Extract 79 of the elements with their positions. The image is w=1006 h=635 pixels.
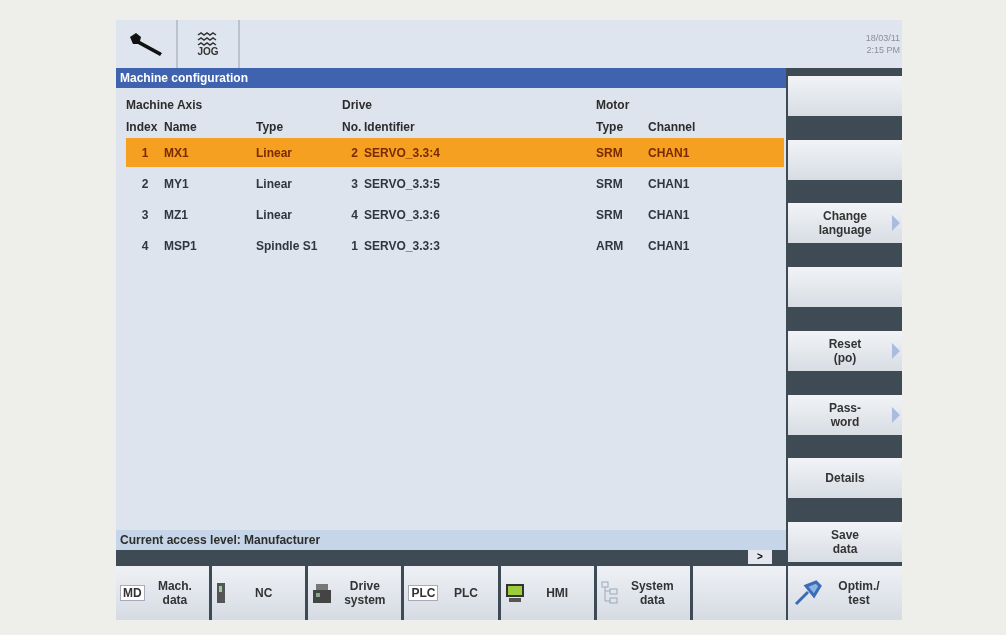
table-cell-text: SERVO_3.3:6 [364, 207, 441, 222]
table-cell-text: SERVO_3.3:3 [364, 238, 441, 253]
table-row[interactable]: 4 MSP1 Spindle S1 1 SERVO_3.3:3 ARM CHAN1 [126, 231, 784, 260]
column-header: Index [126, 120, 159, 134]
column-header: No. [342, 120, 363, 134]
wrench-icon[interactable] [127, 31, 165, 57]
table-row[interactable]: 2 MY1 Linear 3 SERVO_3.3:5 SRM CHAN1 [126, 169, 784, 198]
table-cell-text: MSP1 [164, 238, 198, 253]
softkey[interactable]: HMI [500, 566, 594, 620]
table-cell-text: ARM [596, 238, 625, 253]
softkey[interactable]: NC [212, 566, 306, 620]
softkey-label: Drive system [343, 579, 387, 607]
table-cell-text: CHAN1 [648, 238, 691, 253]
column-header: Channel [648, 120, 697, 134]
table-cell-text: 1 [140, 145, 150, 160]
table-cell-text: 4 [140, 238, 150, 253]
probe-icon [794, 580, 822, 606]
table-cell-text: MX1 [164, 145, 190, 160]
group-header: Machine Axis [126, 98, 204, 112]
table-cell-text: 2 [140, 176, 150, 191]
softkey-label: Mach. data [156, 579, 193, 607]
softkey[interactable]: Drive system [308, 566, 402, 620]
date-text: 18/03/11 [865, 32, 900, 44]
scroll-button[interactable]: > [748, 550, 772, 564]
softkey[interactable]: Details [788, 458, 902, 499]
table-cell-text: Linear [256, 145, 293, 160]
table-cell-text: SERVO_3.3:4 [364, 145, 441, 160]
wave-icon [197, 31, 219, 46]
table-cell-text: Linear [256, 207, 293, 222]
table-row[interactable]: 1 MX1 Linear 2 SERVO_3.3:4 SRM CHAN1 [126, 138, 784, 167]
column-header: Type [256, 120, 285, 134]
softkey[interactable]: MD Mach. data [116, 566, 210, 620]
table-cell-text: 4 [350, 207, 359, 222]
table-cell-text: MZ1 [164, 207, 189, 222]
table-cell-text: Linear [256, 176, 293, 191]
tree-icon [600, 581, 619, 605]
softkey[interactable]: System data [596, 566, 690, 620]
softkey[interactable]: Save data [788, 521, 902, 562]
softkey[interactable]: Optim./ test [788, 566, 902, 620]
table-cell-text: Spindle S1 [256, 238, 319, 253]
column-header: Type [596, 120, 625, 134]
window-title: Machine configuration [116, 68, 786, 88]
softkey[interactable]: Change language [788, 203, 902, 244]
table-cell-text: CHAN1 [648, 145, 691, 160]
table-cell-text: SERVO_3.3:5 [364, 176, 441, 191]
table-cell-text: SRM [596, 145, 624, 160]
softkey[interactable]: Pass- word [788, 394, 902, 435]
column-header: Identifier [364, 120, 416, 134]
table-cell-text: 2 [350, 145, 359, 160]
mode-label: JOG [197, 45, 219, 57]
softkey[interactable] [788, 139, 902, 180]
drive-icon [312, 582, 333, 604]
arrow-icon [892, 342, 900, 359]
table-cell-text: MY1 [164, 176, 190, 191]
softkey-label: System data [629, 579, 675, 607]
softkey[interactable]: Reset (po) [788, 330, 902, 371]
table-cell-text: 3 [350, 176, 359, 191]
arrow-icon [892, 406, 900, 423]
softkey[interactable]: PLC PLC [404, 566, 498, 620]
group-header: Drive [342, 98, 374, 112]
table-cell-text: 1 [350, 238, 359, 253]
table-cell-text: CHAN1 [648, 207, 691, 222]
table-row[interactable]: 3 MZ1 Linear 4 SERVO_3.3:6 SRM CHAN1 [126, 200, 784, 229]
table-cell-text: SRM [596, 207, 624, 222]
softkey[interactable] [788, 267, 902, 308]
icon-label: PLC [408, 585, 439, 601]
group-header: Motor [596, 98, 631, 112]
table-cell-text: CHAN1 [648, 176, 691, 191]
time-text: 2:15 PM [866, 44, 900, 56]
table-cell-text: SRM [596, 176, 624, 191]
monitor-icon [504, 583, 525, 603]
table-cell-text: 3 [140, 207, 150, 222]
column-header: Name [164, 120, 198, 134]
arrow-icon [892, 215, 900, 232]
cabinet-icon [216, 582, 227, 604]
softkey-label: PLC [453, 586, 479, 600]
icon-label: MD [120, 585, 145, 601]
softkey-label: NC [254, 586, 274, 600]
softkey-label: HMI [545, 586, 570, 600]
